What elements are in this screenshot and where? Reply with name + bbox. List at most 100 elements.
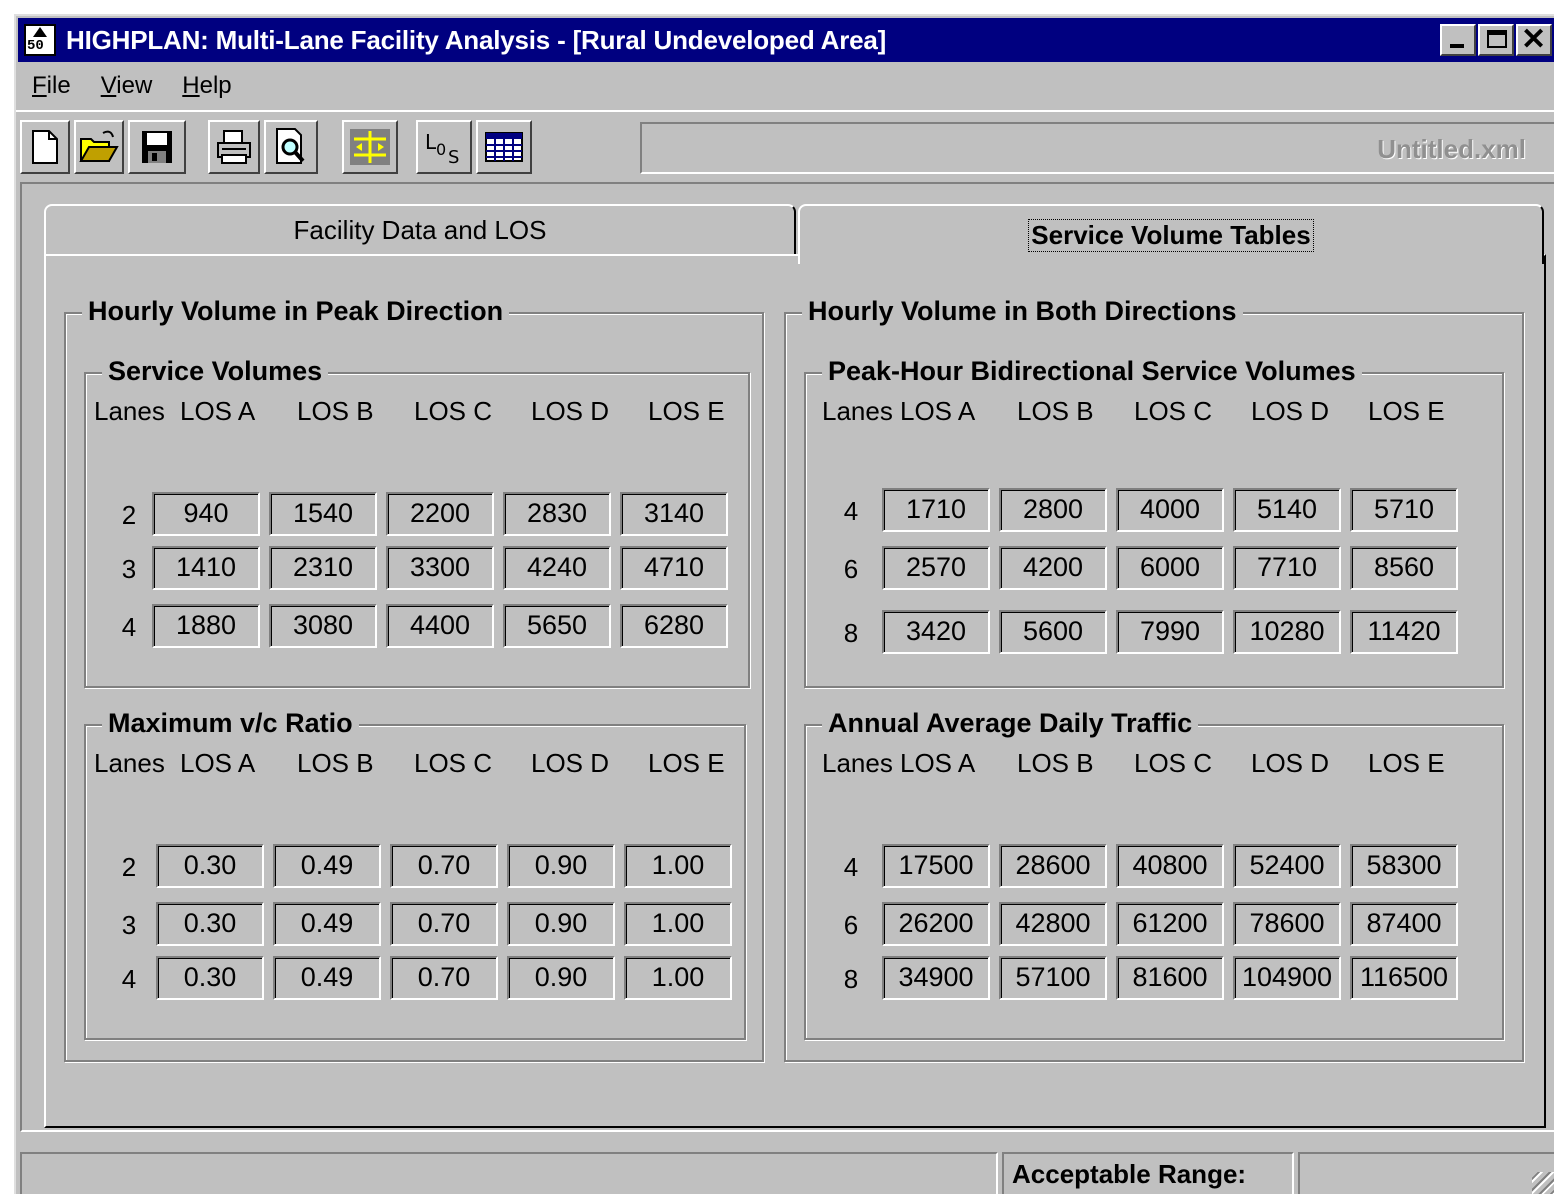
lanes-header: Lanes xyxy=(822,396,893,426)
value-cell: 58300 xyxy=(1350,844,1458,888)
value-cell: 2310 xyxy=(269,546,377,590)
value-cell: 0.70 xyxy=(390,956,498,1000)
resize-grip-icon[interactable] xyxy=(1532,1172,1554,1194)
value-cell: 1710 xyxy=(882,488,990,532)
column-header: LOS D xyxy=(1251,396,1330,426)
value-cell: 3300 xyxy=(386,546,494,590)
value-cell: 0.90 xyxy=(507,844,615,888)
column-header: LOS D xyxy=(531,748,610,778)
max-vc-group: Maximum v/c Ratio Lanes LOS A LOS B LOS C LO… xyxy=(84,708,746,1040)
arrange-icon[interactable] xyxy=(342,120,398,174)
app-icon[interactable]: 50 xyxy=(24,24,56,56)
table-icon[interactable] xyxy=(476,120,532,174)
app-icon-label: 50 xyxy=(27,38,44,54)
svg-text:S: S xyxy=(448,147,459,167)
tab-service-volume-tables[interactable]: Service Volume Tables xyxy=(798,204,1544,264)
print-icon[interactable] xyxy=(208,120,260,174)
print-preview-icon[interactable] xyxy=(264,120,318,174)
menu-file[interactable]: File xyxy=(32,72,71,100)
status-bar: Acceptable Range: xyxy=(20,1152,1554,1194)
lane-count: 2 xyxy=(121,500,137,530)
value-cell: 34900 xyxy=(882,956,990,1000)
value-cell: 81600 xyxy=(1116,956,1224,1000)
value-cell: 0.30 xyxy=(156,956,264,1000)
value-cell: 52400 xyxy=(1233,844,1341,888)
value-cell: 4200 xyxy=(999,546,1107,590)
tab-panel: Hourly Volume in Peak Direction Service … xyxy=(44,254,1546,1128)
lane-count: 4 xyxy=(843,852,859,882)
tab-facility-data-label: Facility Data and LOS xyxy=(293,214,547,245)
acceptable-range-value xyxy=(1298,1152,1554,1194)
open-folder-icon[interactable] xyxy=(74,120,124,174)
value-cell: 4240 xyxy=(503,546,611,590)
lane-count: 8 xyxy=(843,964,859,994)
value-cell: 5650 xyxy=(503,604,611,648)
column-header: LOS C xyxy=(1134,396,1213,426)
value-cell: 4400 xyxy=(386,604,494,648)
value-cell: 1.00 xyxy=(624,844,732,888)
close-icon[interactable]: ✕ xyxy=(1516,23,1552,56)
value-cell: 42800 xyxy=(999,902,1107,946)
lane-count: 4 xyxy=(121,964,137,994)
aadt-title: Annual Average Daily Traffic xyxy=(822,708,1199,739)
value-cell: 0.70 xyxy=(390,844,498,888)
value-cell: 17500 xyxy=(882,844,990,888)
column-header: LOS A xyxy=(180,748,256,778)
value-cell: 940 xyxy=(152,492,260,536)
maximize-icon[interactable] xyxy=(1478,24,1514,56)
lanes-header: Lanes xyxy=(822,748,893,778)
value-cell: 3080 xyxy=(269,604,377,648)
column-header: LOS E xyxy=(1368,396,1445,426)
value-cell: 2830 xyxy=(503,492,611,536)
value-cell: 10280 xyxy=(1233,610,1341,654)
value-cell: 2570 xyxy=(882,546,990,590)
menu-view[interactable]: View xyxy=(101,72,153,100)
value-cell: 104900 xyxy=(1233,956,1341,1000)
window-title: HIGHPLAN: Multi-Lane Facility Analysis -… xyxy=(66,24,887,55)
app-window: 50 HIGHPLAN: Multi-Lane Facility Analysi… xyxy=(14,14,1554,1194)
value-cell: 1540 xyxy=(269,492,377,536)
service-volumes-title: Service Volumes xyxy=(102,356,329,387)
column-header: LOS C xyxy=(414,748,493,778)
value-cell: 1.00 xyxy=(624,956,732,1000)
value-cell: 0.70 xyxy=(390,902,498,946)
title-bar[interactable]: 50 HIGHPLAN: Multi-Lane Facility Analysi… xyxy=(18,18,1554,62)
value-cell: 0.30 xyxy=(156,844,264,888)
column-header: LOS C xyxy=(1134,748,1213,778)
column-header: LOS C xyxy=(414,396,493,426)
value-cell: 78600 xyxy=(1233,902,1341,946)
value-cell: 1410 xyxy=(152,546,260,590)
save-disk-icon[interactable] xyxy=(128,120,186,174)
lanes-header: Lanes xyxy=(94,748,165,778)
value-cell: 2800 xyxy=(999,488,1107,532)
value-cell: 1.00 xyxy=(624,902,732,946)
value-cell: 28600 xyxy=(999,844,1107,888)
lane-count: 4 xyxy=(121,612,137,642)
minimize-icon[interactable] xyxy=(1440,24,1476,56)
filename-field: Untitled.xml xyxy=(640,122,1554,174)
new-file-icon[interactable] xyxy=(20,120,70,174)
column-header: LOS B xyxy=(297,396,374,426)
value-cell: 7990 xyxy=(1116,610,1224,654)
lane-count: 6 xyxy=(843,554,859,584)
value-cell: 7710 xyxy=(1233,546,1341,590)
bidirectional-group: Peak-Hour Bidirectional Service Volumes … xyxy=(804,356,1504,688)
tab-facility-data[interactable]: Facility Data and LOS xyxy=(44,204,796,256)
column-header: LOS B xyxy=(297,748,374,778)
value-cell: 26200 xyxy=(882,902,990,946)
both-directions-title: Hourly Volume in Both Directions xyxy=(802,296,1243,327)
menu-bar: File View Help xyxy=(18,66,232,106)
lane-count: 3 xyxy=(121,910,137,940)
value-cell: 2200 xyxy=(386,492,494,536)
column-header: LOS D xyxy=(531,396,610,426)
menu-help[interactable]: Help xyxy=(182,72,231,100)
los-icon[interactable]: L0S xyxy=(416,120,472,174)
value-cell: 116500 xyxy=(1350,956,1458,1000)
column-header: LOS A xyxy=(900,396,976,426)
column-header: LOS E xyxy=(648,396,725,426)
value-cell: 5140 xyxy=(1233,488,1341,532)
value-cell: 0.90 xyxy=(507,956,615,1000)
menu-separator xyxy=(16,110,1554,112)
value-cell: 0.49 xyxy=(273,844,381,888)
value-cell: 87400 xyxy=(1350,902,1458,946)
